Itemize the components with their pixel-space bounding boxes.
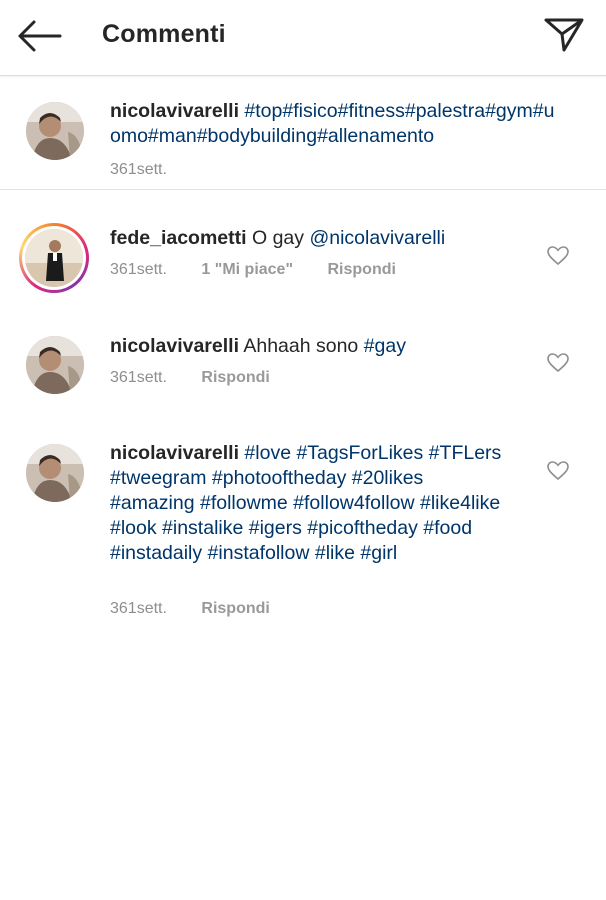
avatar[interactable] [26, 102, 84, 160]
hashtag-link[interactable]: #gay [364, 335, 406, 357]
username[interactable]: nicolavivarelli [110, 442, 239, 464]
caption-meta: 361sett. [110, 161, 167, 179]
comment-meta: 361sett. Rispondi [110, 600, 270, 618]
comment-meta: 361sett. 1 "Mi piace" Rispondi [110, 261, 396, 279]
avatar[interactable] [25, 229, 83, 287]
direct-send-icon[interactable] [542, 14, 586, 54]
timestamp: 361sett. [110, 261, 167, 278]
heart-icon[interactable] [547, 353, 569, 373]
post-caption: nicolavivarelli #top#fisico#fitness#pale… [0, 76, 606, 190]
comment-meta: 361sett. Rispondi [110, 369, 270, 387]
mention-link[interactable]: @nicolavivarelli [309, 227, 445, 249]
timestamp: 361sett. [110, 369, 167, 386]
caption-text: nicolavivarelli #top#fisico#fitness#pale… [110, 99, 560, 149]
comment-row: nicolavivarelli Ahhaah sono #gay 361sett… [0, 300, 606, 410]
likes-count[interactable]: 1 "Mi piace" [201, 261, 293, 279]
avatar[interactable] [26, 444, 84, 502]
page-title: Commenti [102, 20, 226, 48]
username[interactable]: nicolavivarelli [110, 335, 239, 357]
comment-text: fede_iacometti O gay @nicolavivarelli [110, 226, 560, 251]
story-ring[interactable] [19, 223, 89, 293]
comment-message: O gay [251, 227, 310, 249]
comment-text: nicolavivarelli #love #TagsForLikes #TFL… [110, 441, 510, 566]
comment-message: Ahhaah sono [243, 335, 364, 357]
heart-icon[interactable] [547, 246, 569, 266]
reply-button[interactable]: Rispondi [201, 600, 269, 618]
timestamp: 361sett. [110, 161, 167, 178]
reply-button[interactable]: Rispondi [328, 261, 396, 279]
username[interactable]: fede_iacometti [110, 227, 247, 249]
username[interactable]: nicolavivarelli [110, 100, 239, 122]
comment-row: nicolavivarelli #love #TagsForLikes #TFL… [0, 410, 606, 640]
arrow-left-icon[interactable] [16, 18, 62, 54]
comment-row: fede_iacometti O gay @nicolavivarelli 36… [0, 190, 606, 300]
comment-text: nicolavivarelli Ahhaah sono #gay [110, 334, 560, 359]
timestamp: 361sett. [110, 600, 167, 617]
heart-icon[interactable] [547, 461, 569, 481]
reply-button[interactable]: Rispondi [201, 369, 269, 387]
avatar[interactable] [26, 336, 84, 394]
top-bar: Commenti [0, 0, 606, 76]
